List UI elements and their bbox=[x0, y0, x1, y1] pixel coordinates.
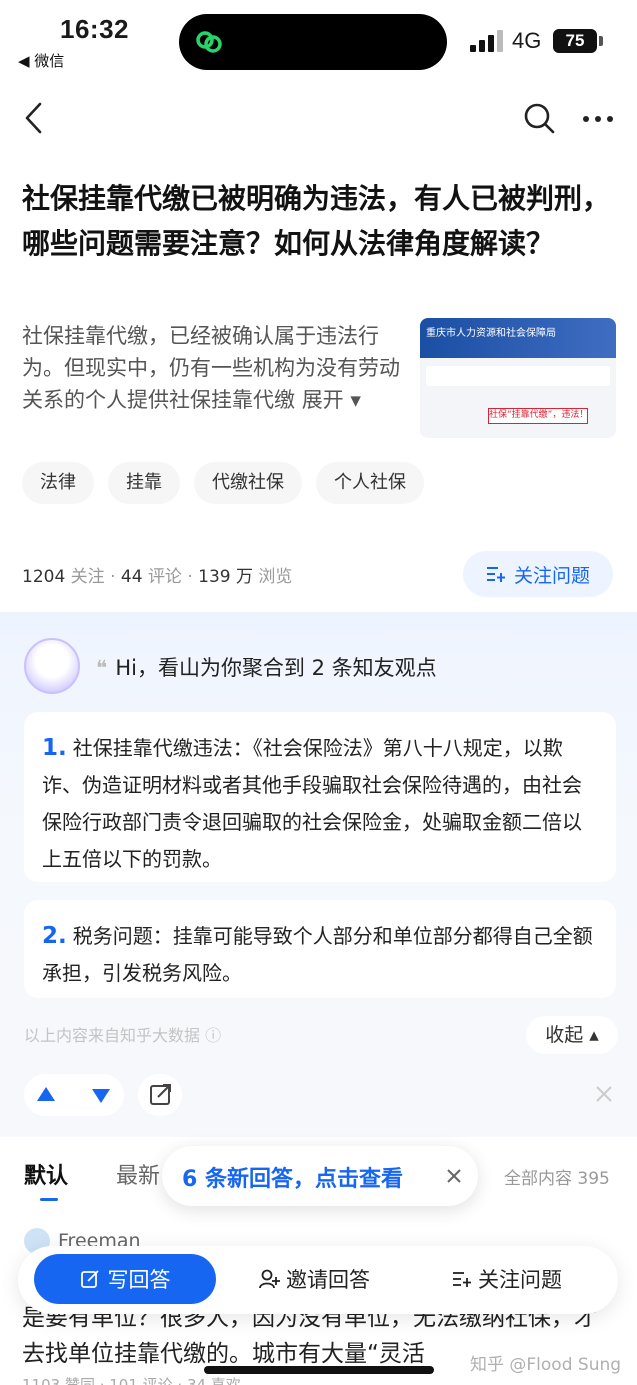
tab-default[interactable]: 默认 bbox=[24, 1158, 68, 1190]
follow-question-label: 关注问题 bbox=[513, 564, 590, 587]
kanshan-bot-avatar bbox=[24, 638, 80, 694]
new-answers-pill[interactable]: 6 条新回答，点击查看 bbox=[162, 1146, 478, 1206]
answer-meta: 1103 赞同 · 101 评论 · 34 喜欢 bbox=[22, 1376, 241, 1385]
views-label: 浏览 bbox=[258, 567, 293, 587]
tab-active-indicator bbox=[40, 1198, 58, 1201]
close-icon[interactable] bbox=[444, 1166, 464, 1186]
share-icon[interactable] bbox=[138, 1074, 182, 1116]
tag-proxy-social-security[interactable]: 代缴社保 bbox=[194, 462, 302, 504]
point-text: 社保挂靠代缴违法：《社会保险法》第八十八规定，以欺诈、伪造证明材料或者其他手段骗… bbox=[42, 736, 582, 871]
tag-law[interactable]: 法律 bbox=[22, 462, 94, 504]
home-indicator[interactable] bbox=[204, 1366, 434, 1374]
question-title: 社保挂靠代缴已被明确为违法，有人已被判刑，哪些问题需要注意？如何从法律角度解读？ bbox=[22, 182, 611, 260]
upvote-icon[interactable] bbox=[24, 1074, 74, 1116]
ai-source-note: 以上内容来自知乎大数据 ⓘ bbox=[24, 1026, 222, 1045]
thumbnail-header: 重庆市人力资源和社会保障局 bbox=[420, 318, 616, 358]
follow-question-bottom-label: 关注问题 bbox=[478, 1268, 562, 1292]
thumbnail-highlight: 社保“挂靠代缴”，违法！ bbox=[488, 408, 588, 424]
dynamic-island bbox=[179, 14, 447, 70]
point-number: 2. bbox=[42, 923, 67, 949]
invite-answer-button[interactable]: 邀请回答 bbox=[258, 1254, 370, 1304]
quote-icon: ❝ bbox=[96, 656, 108, 680]
follow-plus-icon bbox=[453, 1272, 471, 1287]
downvote-icon[interactable] bbox=[74, 1074, 124, 1116]
invite-user-icon bbox=[259, 1269, 280, 1289]
link-icon bbox=[196, 31, 222, 53]
invite-answer-label: 邀请回答 bbox=[286, 1268, 370, 1292]
edit-icon bbox=[80, 1270, 99, 1288]
collapse-button[interactable]: 收起 ▴ bbox=[526, 1016, 618, 1054]
ai-intro-text: Hi，看山为你聚合到 2 条知友观点 bbox=[115, 656, 437, 680]
follow-question-button[interactable]: 关注问题 bbox=[463, 551, 613, 597]
tag-affiliation[interactable]: 挂靠 bbox=[108, 462, 180, 504]
point-text: 税务问题：挂靠可能导致个人部分和单位部分都得自己全额承担，引发税务风险。 bbox=[42, 924, 593, 985]
vote-group bbox=[24, 1074, 124, 1116]
new-answers-text: 6 条新回答，点击查看 bbox=[182, 1167, 403, 1192]
tag-personal-social-security[interactable]: 个人社保 bbox=[316, 462, 424, 504]
signal-icon bbox=[470, 30, 503, 52]
thumbnail-header-text: 重庆市人力资源和社会保障局 bbox=[426, 328, 556, 339]
comments-count: 44 bbox=[120, 567, 143, 587]
question-thumbnail[interactable]: 重庆市人力资源和社会保障局 社保“挂靠代缴”，违法！ bbox=[420, 318, 616, 438]
status-time: 16:32 bbox=[60, 14, 129, 44]
status-bar: 16:32 ◀ 微信 4G 75 bbox=[0, 0, 637, 80]
back-arrow-icon[interactable] bbox=[20, 100, 50, 136]
bottom-action-bar: 写回答 邀请回答 关注问题 bbox=[18, 1246, 618, 1314]
followers-count: 1204 bbox=[22, 567, 66, 587]
ai-intro: ❝ Hi，看山为你聚合到 2 条知友观点 bbox=[96, 652, 437, 682]
write-answer-button[interactable]: 写回答 bbox=[34, 1254, 216, 1304]
point-number: 1. bbox=[42, 735, 67, 761]
expand-link[interactable]: 展开 ▾ bbox=[302, 388, 361, 412]
tab-latest[interactable]: 最新 bbox=[116, 1158, 160, 1190]
ai-point-card[interactable]: 2. 税务问题：挂靠可能导致个人部分和单位部分都得自己全额承担，引发税务风险。 bbox=[24, 900, 616, 998]
back-to-wechat-link[interactable]: ◀ 微信 bbox=[18, 50, 64, 71]
ai-point-card[interactable]: 1. 社保挂靠代缴违法：《社会保险法》第八十八规定，以欺诈、伪造证明材料或者其他手… bbox=[24, 712, 616, 882]
search-icon[interactable] bbox=[522, 100, 556, 136]
follow-question-bottom-button[interactable]: 关注问题 bbox=[452, 1254, 562, 1304]
follow-plus-icon bbox=[486, 567, 505, 582]
question-stats: 1204 关注 · 44 评论 · 139 万 浏览 bbox=[22, 567, 293, 587]
battery-nub bbox=[599, 36, 603, 46]
comments-label[interactable]: 评论 bbox=[148, 567, 182, 587]
zhihu-watermark: 知乎 @Flood Sung bbox=[470, 1355, 622, 1375]
thumbnail-nav bbox=[426, 366, 610, 386]
dismiss-summary-icon[interactable] bbox=[592, 1082, 616, 1106]
question-excerpt[interactable]: 社保挂靠代缴，已经被确认属于违法行为。但现实中，仍有一些机构为没有劳动关系的个人… bbox=[22, 320, 414, 416]
network-type: 4G bbox=[512, 28, 542, 53]
topic-tags: 法律 挂靠 代缴社保 个人社保 bbox=[22, 462, 424, 504]
more-icon[interactable] bbox=[580, 106, 616, 132]
write-answer-label: 写回答 bbox=[107, 1268, 171, 1292]
total-answers-count: 全部内容 395 bbox=[504, 1169, 610, 1189]
battery-icon: 75 bbox=[553, 29, 597, 53]
followers-label: 关注 bbox=[70, 567, 105, 587]
views-count: 139 万 bbox=[198, 567, 254, 587]
